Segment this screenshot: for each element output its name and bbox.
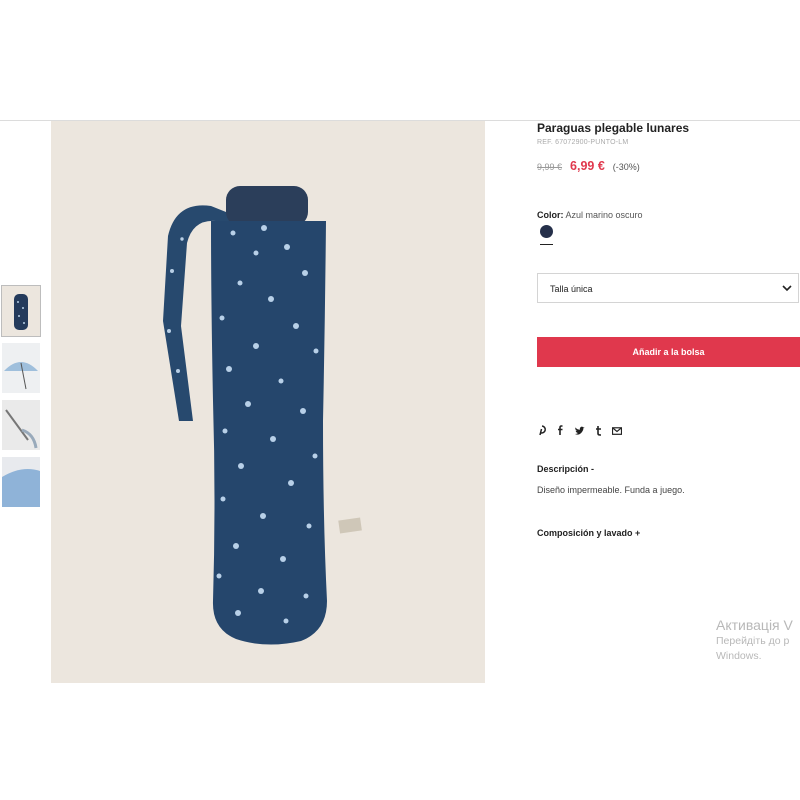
watermark-line-1: Перейдіть до р (716, 635, 790, 647)
color-swatch-navy[interactable] (540, 225, 553, 238)
product-main-image (51, 121, 485, 683)
twitter-icon[interactable] (574, 426, 585, 439)
price-row: 9,99 € 6,99 € (-30%) (537, 159, 640, 173)
facebook-icon[interactable] (557, 425, 564, 439)
tumblr-icon[interactable] (595, 425, 602, 439)
watermark-line-2: Windows. (716, 650, 762, 662)
thumbnail-umbrella-open[interactable] (2, 343, 40, 393)
email-icon[interactable] (611, 426, 623, 438)
sale-price: 6,99 € (570, 159, 605, 173)
share-icons (537, 425, 623, 439)
swatch-selected-indicator (540, 244, 553, 245)
chevron-down-icon (782, 285, 792, 292)
composition-toggle[interactable]: Composición y lavado + (537, 528, 640, 538)
thumbnail-strip (1, 285, 42, 514)
color-value: Azul marino oscuro (565, 210, 643, 220)
product-ref: REF. 67072900-PUNTO-LM (537, 139, 629, 146)
color-label: Color: (537, 210, 564, 220)
thumbnail-umbrella-detail[interactable] (2, 400, 40, 450)
size-select[interactable]: Talla única (537, 273, 799, 303)
thumbnail-umbrella-canopy[interactable] (2, 457, 40, 507)
discount-badge: (-30%) (612, 162, 640, 172)
description-text: Diseño impermeable. Funda a juego. (537, 485, 685, 495)
description-toggle[interactable]: Descripción - (537, 464, 594, 474)
thumbnail-umbrella-folded[interactable] (1, 285, 41, 337)
add-to-bag-button[interactable]: Añadir a la bolsa (537, 337, 800, 367)
pinterest-icon[interactable] (537, 425, 547, 439)
product-title: Paraguas plegable lunares (537, 121, 690, 135)
windows-activation-watermark: Активація V Перейдіть до р Windows. (716, 617, 793, 664)
watermark-title: Активація V (716, 617, 793, 633)
old-price: 9,99 € (537, 162, 563, 172)
color-row: Color: Azul marino oscuro (537, 210, 643, 220)
size-value: Talla única (550, 284, 593, 294)
